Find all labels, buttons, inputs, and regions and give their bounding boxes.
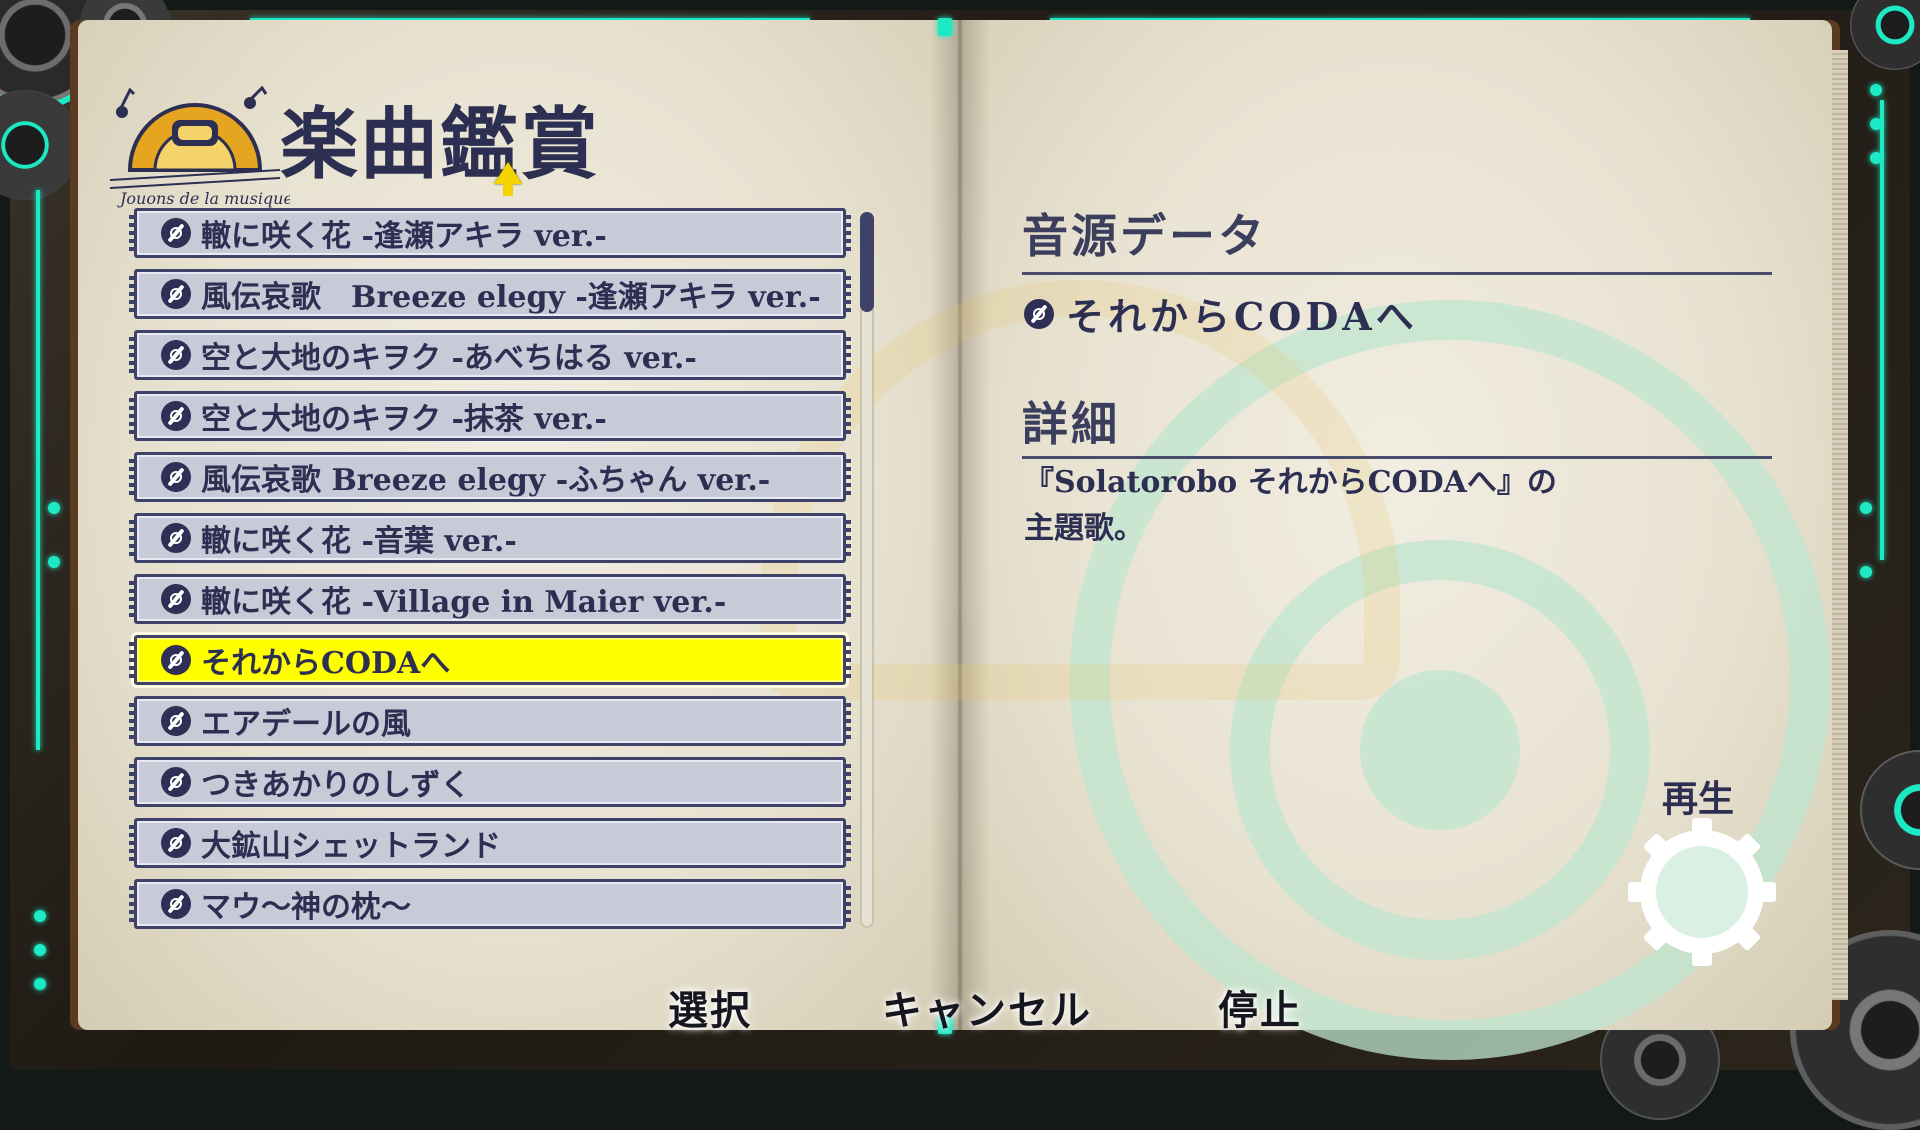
song-title: 轍に咲く花 -音葉 ver.-: [201, 524, 517, 559]
page-edge: [1832, 50, 1848, 1000]
song-list-item[interactable]: それからCODAへ: [129, 635, 851, 685]
detail-line: 主題歌。: [1024, 511, 1144, 546]
page-title: 楽曲鑑賞: [280, 99, 601, 190]
detail-description: 『Solatorobo それからCODAへ』の 主題歌。: [1024, 460, 1704, 552]
song-title: 空と大地のキヲク -抹茶 ver.-: [201, 402, 607, 437]
song-list-item[interactable]: 轍に咲く花 -逢瀬アキラ ver.-: [129, 208, 851, 258]
song-title: それからCODAへ: [201, 646, 451, 681]
music-disc-icon: [161, 340, 191, 370]
song-list-item[interactable]: 轍に咲く花 -Village in Maier ver.-: [129, 574, 851, 624]
detail-line: 『Solatorobo それからCODAへ』の: [1024, 465, 1557, 500]
music-disc-icon: [161, 889, 191, 919]
neon-dot: [34, 910, 46, 922]
music-disc-icon: [161, 767, 191, 797]
neon-dot: [48, 502, 60, 514]
song-list-item[interactable]: 風伝哀歌 Breeze elegy -逢瀬アキラ ver.-: [129, 269, 851, 319]
neon-dot: [1870, 84, 1882, 96]
neon-dot: [1860, 566, 1872, 578]
music-disc-icon: [161, 706, 191, 736]
music-disc-icon: [161, 462, 191, 492]
song-title: 空と大地のキヲク -あべちはる ver.-: [201, 341, 697, 376]
source-data-heading: 音源データ: [1022, 209, 1267, 263]
divider: [1022, 456, 1772, 459]
song-title: 風伝哀歌 Breeze elegy -逢瀬アキラ ver.-: [201, 280, 821, 315]
song-list-item[interactable]: つきあかりのしずく: [129, 757, 851, 807]
song-list-item[interactable]: 空と大地のキヲク -抹茶 ver.-: [129, 391, 851, 441]
logo-text: Jouons de la musique!: [117, 189, 290, 208]
music-disc-icon: [161, 523, 191, 553]
neon-dot: [1860, 502, 1872, 514]
music-disc-icon: [161, 218, 191, 248]
play-button[interactable]: [1622, 812, 1782, 972]
neon-dot: [1870, 152, 1882, 164]
music-disc-icon: [161, 401, 191, 431]
scroll-up-arrow-icon[interactable]: [494, 162, 522, 184]
song-title: 轍に咲く花 -逢瀬アキラ ver.-: [201, 219, 607, 254]
song-list-item[interactable]: 轍に咲く花 -音葉 ver.-: [129, 513, 851, 563]
neon-dot: [34, 944, 46, 956]
select-prompt[interactable]: 選択: [668, 978, 752, 1036]
scroll-up-arrow-stem: [503, 182, 513, 196]
music-disc-icon: [1024, 298, 1054, 329]
neon-dot: [48, 556, 60, 568]
song-list-item[interactable]: 大鉱山シェットランド: [129, 818, 851, 868]
music-disc-icon: [161, 584, 191, 614]
music-disc-icon: [161, 828, 191, 858]
watermark-ring: [1360, 670, 1520, 830]
spine-clip: [938, 18, 952, 36]
music-disc-icon: [161, 279, 191, 309]
song-title: エアデールの風: [201, 707, 411, 742]
neon-dot: [1870, 118, 1882, 130]
current-track-label: それからCODAへ: [1066, 294, 1418, 339]
song-list-item[interactable]: 空と大地のキヲク -あべちはる ver.-: [129, 330, 851, 380]
song-title: マウ〜神の枕〜: [201, 890, 411, 925]
song-title: つきあかりのしずく: [201, 768, 471, 803]
music-appreciation-logo: Jouons de la musique!: [109, 85, 290, 208]
divider: [1022, 272, 1772, 275]
neon-trim: [36, 190, 40, 750]
song-list-item[interactable]: マウ〜神の枕〜: [129, 879, 851, 929]
current-track: それからCODAへ: [1024, 286, 1418, 341]
song-title: 轍に咲く花 -Village in Maier ver.-: [201, 585, 727, 620]
detail-heading: 詳細: [1022, 397, 1120, 451]
neon-trim: [1880, 100, 1884, 560]
song-list-item[interactable]: エアデールの風: [129, 696, 851, 746]
stop-prompt[interactable]: 停止: [1218, 978, 1302, 1036]
list-scrollbar-track[interactable]: [860, 212, 874, 928]
music-disc-icon: [161, 645, 191, 675]
song-title: 大鉱山シェットランド: [201, 829, 501, 864]
song-list: 轍に咲く花 -逢瀬アキラ ver.- 風伝哀歌 Breeze elegy -逢瀬ア…: [129, 208, 851, 940]
neon-dot: [34, 978, 46, 990]
list-scrollbar-thumb[interactable]: [860, 212, 874, 312]
song-list-item[interactable]: 風伝哀歌 Breeze elegy -ふちゃん ver.-: [129, 452, 851, 502]
song-title: 風伝哀歌 Breeze elegy -ふちゃん ver.-: [201, 463, 771, 498]
cancel-prompt[interactable]: キャンセル: [882, 978, 1092, 1036]
